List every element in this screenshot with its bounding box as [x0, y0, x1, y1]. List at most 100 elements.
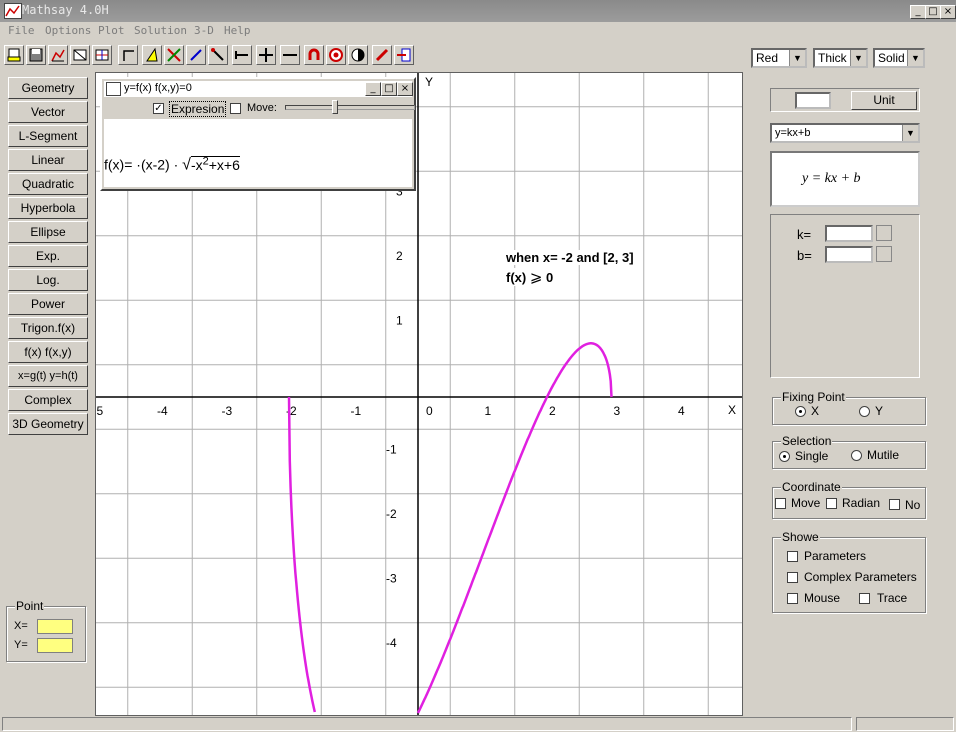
show-mouse-checkbox[interactable]: [787, 593, 798, 604]
popup-close-button[interactable]: ×: [397, 82, 413, 96]
x-tick-label: 0: [426, 404, 433, 418]
selection-group: Selection Single Mutile: [772, 434, 926, 469]
magnet-icon[interactable]: [304, 45, 324, 65]
arrow-left-icon[interactable]: [232, 45, 252, 65]
y-axis-label: Y: [425, 75, 434, 89]
half-icon[interactable]: [348, 45, 368, 65]
complex-button[interactable]: Complex: [8, 389, 88, 411]
function-type-select[interactable]: y=kx+b ▼: [770, 123, 920, 143]
parametric-button[interactable]: x=g(t) y=h(t): [8, 365, 88, 387]
popup-icon: [106, 82, 121, 96]
thickness-select-value: Thick: [818, 51, 847, 65]
coord-radian-checkbox[interactable]: [826, 498, 837, 509]
exp-button[interactable]: Exp.: [8, 245, 88, 267]
show-trace-checkbox[interactable]: [859, 593, 870, 604]
pen-icon[interactable]: [186, 45, 206, 65]
save-icon[interactable]: [26, 45, 46, 65]
target-icon[interactable]: [326, 45, 346, 65]
chevron-down-icon: ▼: [789, 50, 805, 66]
triangle-icon[interactable]: [142, 45, 162, 65]
line-icon[interactable]: [208, 45, 228, 65]
menu-solution[interactable]: Solution: [134, 24, 187, 37]
move-slider-track[interactable]: [285, 105, 415, 110]
ellipse-button[interactable]: Ellipse: [8, 221, 88, 243]
param-b-input[interactable]: [825, 246, 873, 263]
popup-minimize-button[interactable]: _: [365, 82, 381, 96]
move-slider-thumb[interactable]: [332, 100, 338, 114]
single-radio[interactable]: [779, 451, 790, 462]
exit-icon[interactable]: [394, 45, 414, 65]
trigon-button[interactable]: Trigon.f(x): [8, 317, 88, 339]
color-select[interactable]: Red ▼: [751, 48, 807, 68]
point-y-field[interactable]: [37, 638, 73, 653]
popup-formula-area: f(x)= ·(x-2) · √-x2+x+6: [104, 119, 412, 187]
power-button[interactable]: Power: [8, 293, 88, 315]
show-parameters-checkbox[interactable]: [787, 551, 798, 562]
point-x-label: X=: [14, 620, 28, 632]
param-k-input[interactable]: [825, 225, 873, 242]
geometry-button[interactable]: Geometry: [8, 77, 88, 99]
formula-display-text: y = kx + b: [802, 171, 861, 186]
close-button[interactable]: ×: [940, 5, 956, 19]
pencil-icon[interactable]: [372, 45, 392, 65]
axes-icon[interactable]: [118, 45, 138, 65]
formula-radical: -x2+x+6: [190, 155, 240, 173]
popup-formula: f(x)= ·(x-2) · √-x2+x+6: [104, 155, 240, 175]
maximize-button[interactable]: □: [925, 5, 941, 19]
param-k-label: k=: [797, 227, 812, 242]
formula-prefix: f(x)= ·(x-2) ·: [104, 156, 179, 173]
x-tick-label: 1: [485, 404, 492, 418]
thickness-select[interactable]: Thick ▼: [813, 48, 868, 68]
menu-3d[interactable]: 3-D: [194, 24, 214, 37]
log-button[interactable]: Log.: [8, 269, 88, 291]
popup-maximize-button[interactable]: □: [381, 82, 397, 96]
l-segment-button[interactable]: L-Segment: [8, 125, 88, 147]
hyperbola-button[interactable]: Hyperbola: [8, 197, 88, 219]
intersect-icon[interactable]: [164, 45, 184, 65]
menu-plot[interactable]: Plot: [98, 24, 125, 37]
style-select[interactable]: Solid ▼: [873, 48, 925, 68]
annotation-geq: ⩾: [529, 269, 543, 286]
chart-icon[interactable]: [48, 45, 68, 65]
grid-icon[interactable]: [92, 45, 112, 65]
showe-legend: Showe: [781, 530, 820, 544]
vector-button[interactable]: Vector: [8, 101, 88, 123]
x-tick-label: 2: [549, 404, 556, 418]
point-x-field[interactable]: [37, 619, 73, 634]
mutile-label: Mutile: [867, 448, 900, 462]
fixing-x-radio[interactable]: [795, 406, 806, 417]
function-type-value: y=kx+b: [775, 127, 811, 139]
fx-fxy-button[interactable]: f(x) f(x,y): [8, 341, 88, 363]
fixing-y-radio[interactable]: [859, 406, 870, 417]
param-k-spinner[interactable]: [876, 225, 892, 241]
x-tick-label: -2: [286, 404, 297, 418]
x-tick-label: -4: [157, 404, 168, 418]
mutile-radio[interactable]: [851, 450, 862, 461]
coord-move-label: Move: [791, 496, 821, 510]
new-icon[interactable]: [4, 45, 24, 65]
unit-button[interactable]: Unit: [851, 91, 917, 110]
minimize-button[interactable]: _: [910, 5, 926, 19]
unit-input[interactable]: [795, 92, 831, 109]
menu-options[interactable]: Options: [45, 24, 91, 37]
show-trace-label: Trace: [877, 591, 908, 605]
move-checkbox[interactable]: [230, 103, 241, 114]
coord-no-checkbox[interactable]: [889, 499, 900, 510]
coord-move-checkbox[interactable]: [775, 498, 786, 509]
x-tick-label: -5: [96, 404, 103, 418]
chevron-down-icon: ▼: [907, 50, 923, 66]
quadratic-button[interactable]: Quadratic: [8, 173, 88, 195]
param-b-spinner[interactable]: [876, 246, 892, 262]
expresion-checkbox[interactable]: ✓: [153, 103, 164, 114]
clear-icon[interactable]: [70, 45, 90, 65]
linear-button[interactable]: Linear: [8, 149, 88, 171]
x-tick-labels: -5 -4 -3 -2 -1 0 1 2 3 4: [96, 404, 685, 418]
minus-icon[interactable]: [280, 45, 300, 65]
3d-geometry-button[interactable]: 3D Geometry: [8, 413, 88, 435]
y-tick-label: -2: [386, 507, 397, 521]
fixing-x-label: X: [811, 404, 820, 418]
menu-help[interactable]: Help: [224, 24, 251, 37]
plus-icon[interactable]: [256, 45, 276, 65]
menu-file[interactable]: File: [8, 24, 35, 37]
show-complex-parameters-checkbox[interactable]: [787, 572, 798, 583]
